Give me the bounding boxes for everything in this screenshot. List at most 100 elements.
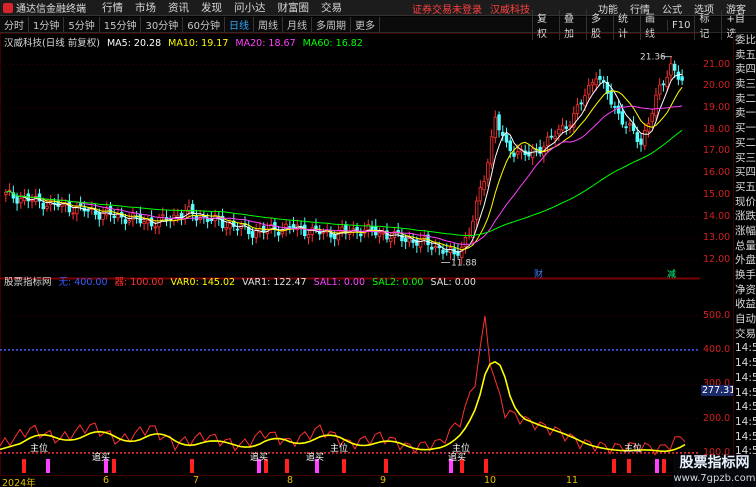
- chart-area[interactable]: 21.36 11.88 财减 主位 追买 追买 追买 主位 追买 主位 主位 汉威科技(日线 前复…: [0, 32, 734, 477]
- login-notice[interactable]: 证券交易未登录 汉威科技: [412, 1, 530, 16]
- candle-body: [205, 218, 210, 222]
- candle-body: [314, 225, 318, 230]
- watermark: 股票指标网 www.7gpzb.com: [673, 455, 756, 487]
- candle-body: [288, 226, 292, 228]
- price-axis-tick: 20.00: [703, 80, 731, 92]
- quote-panel-label: 委比: [735, 34, 756, 46]
- candle-body: [568, 124, 572, 127]
- tool-f10[interactable]: F10: [667, 19, 694, 31]
- ma5-line: [5, 73, 683, 253]
- quote-panel-label: 买一: [735, 122, 756, 135]
- period-30min[interactable]: 30分钟: [141, 17, 184, 32]
- menu-quotes[interactable]: 行情: [96, 0, 129, 15]
- candle-body: [153, 226, 158, 229]
- indicator-signal-bars: [22, 459, 666, 473]
- watermark-title: 股票指标网: [679, 455, 750, 471]
- candle-body: [661, 83, 666, 86]
- menu-market[interactable]: 市场: [129, 0, 162, 15]
- candle-body: [235, 228, 240, 231]
- candle-body: [549, 135, 554, 138]
- axis-date-jun: 6: [103, 475, 110, 486]
- candle-body: [116, 214, 120, 219]
- candle-body: [336, 230, 341, 241]
- quote-panel-label: 14:56: [735, 401, 756, 414]
- candle-body: [680, 76, 684, 81]
- candle-body: [478, 187, 483, 202]
- menu-wealth[interactable]: 财富圈: [272, 0, 316, 15]
- quote-panel-label: 14:56: [735, 357, 756, 370]
- candle-body: [445, 250, 449, 253]
- indicator-var0-line: [0, 360, 686, 453]
- candle-body: [530, 148, 535, 159]
- quote-panel-label: 卖三: [735, 78, 756, 91]
- price-axis-tick: 17.00: [703, 145, 731, 157]
- period-5min[interactable]: 5分钟: [64, 17, 100, 32]
- period-1min[interactable]: 1分钟: [29, 17, 65, 32]
- candle-body: [138, 213, 143, 224]
- low-price-label: 11.88: [451, 259, 477, 269]
- stock-name: 汉威科技: [490, 5, 530, 16]
- candle-body: [482, 181, 486, 191]
- candle-body: [101, 212, 105, 220]
- indicator-name: 股票指标网: [4, 277, 52, 288]
- period-daily[interactable]: 日线: [225, 17, 254, 32]
- indicator-axis-tick: 500.0: [703, 309, 731, 321]
- menu-news[interactable]: 资讯: [162, 0, 195, 15]
- quote-panel-label: 卖二: [735, 92, 756, 105]
- candle-body: [411, 239, 415, 243]
- quote-panel-label: 收益: [735, 298, 756, 311]
- axis-date-year: 2024年: [2, 478, 36, 487]
- candle-body: [616, 105, 621, 114]
- quote-panel-label: 14:56: [735, 386, 756, 399]
- candle-body: [474, 200, 479, 220]
- candle-body: [108, 205, 113, 215]
- candle-body: [489, 136, 494, 165]
- ma20-line: [5, 105, 683, 245]
- candle-body: [123, 219, 128, 224]
- candle-body: [19, 198, 23, 204]
- candle-body: [105, 208, 109, 216]
- period-monthly[interactable]: 月线: [283, 17, 312, 32]
- period-more[interactable]: 更多: [351, 17, 380, 32]
- axis-date-sep: 9: [380, 475, 387, 486]
- menu-discover[interactable]: 发现: [195, 0, 228, 15]
- candle-body: [459, 246, 464, 258]
- period-weekly[interactable]: 周线: [254, 17, 283, 32]
- candle-body: [609, 90, 613, 105]
- candle-body: [370, 225, 374, 230]
- candle-body: [329, 232, 333, 238]
- menu-ask[interactable]: 问小达: [228, 0, 272, 15]
- candle-body: [643, 130, 647, 147]
- app-brand: 通达信金融终端: [0, 0, 96, 15]
- axis-date-jul: 7: [193, 475, 200, 486]
- period-multi[interactable]: 多周期: [312, 17, 351, 32]
- candle-body: [403, 238, 408, 242]
- ind-line-qi: 器: 100.00: [114, 277, 164, 288]
- signal-bar: [112, 459, 116, 473]
- period-timeshare[interactable]: 分时: [0, 17, 29, 32]
- candle-body: [594, 78, 598, 86]
- candle-body: [639, 138, 643, 145]
- ma60-line: [5, 129, 683, 237]
- quote-panel-label: 14:56: [735, 415, 756, 428]
- menu-trade[interactable]: 交易: [315, 0, 348, 15]
- candle-body: [418, 239, 423, 248]
- signal-bar: [655, 459, 659, 473]
- period-60min[interactable]: 60分钟: [183, 17, 225, 32]
- candle-body: [377, 232, 382, 237]
- candle-body: [654, 94, 658, 117]
- candle-body: [463, 237, 468, 248]
- indicator-var1-line: [0, 315, 686, 456]
- axis-date-aug: 8: [287, 475, 294, 486]
- candle-body: [71, 212, 75, 215]
- candle-body: [228, 223, 232, 229]
- candle-body: [560, 124, 565, 131]
- chart-canvas[interactable]: 21.3611.88财减 主位追买 追买 追买主位追买主位 主位: [0, 32, 734, 477]
- ind-line-wu: 无: 400.00: [58, 277, 108, 288]
- period-15min[interactable]: 15分钟: [100, 17, 142, 32]
- quote-panel-label: 买三: [735, 151, 756, 164]
- price-axis: 21.00 20.00 19.00 18.00 17.00 16.00 15.00 14.00…: [700, 33, 737, 476]
- price-axis-tick: 19.00: [703, 101, 731, 113]
- quote-panel-label: 卖四: [735, 63, 756, 76]
- candle-body: [250, 231, 255, 238]
